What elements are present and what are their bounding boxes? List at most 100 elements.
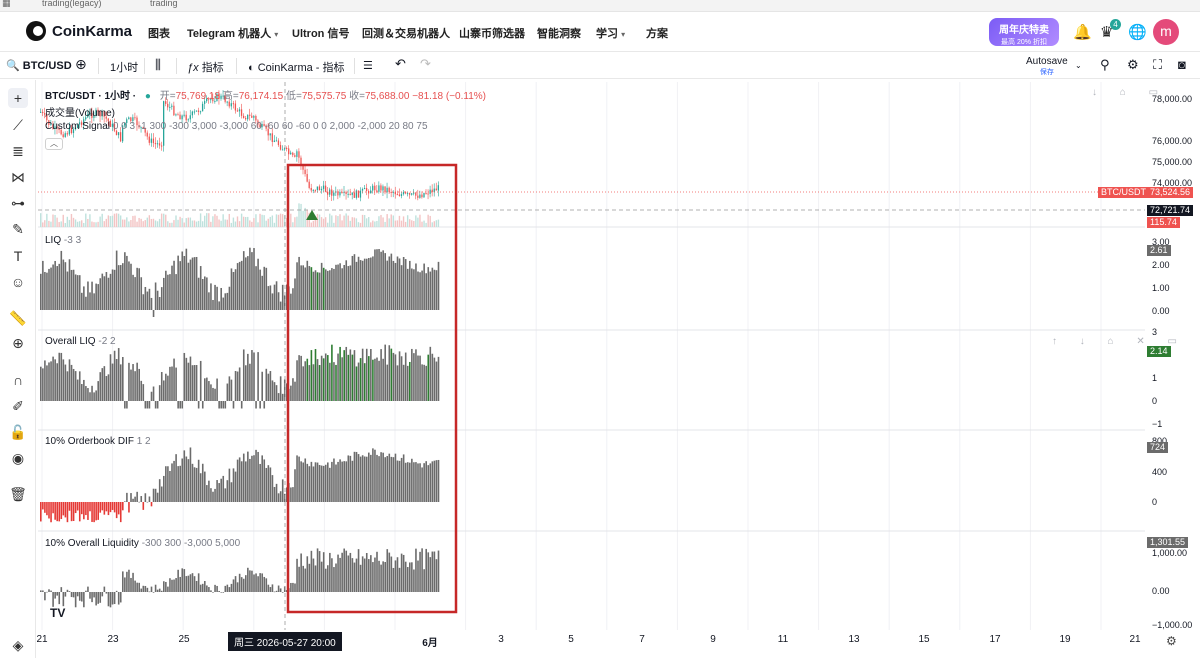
globe-icon[interactable]: 🌐 — [1128, 23, 1147, 41]
histogram-bar — [273, 284, 276, 310]
volume-bar — [267, 218, 269, 227]
candles-icon[interactable]: ⫼ — [155, 57, 161, 73]
browser-tab-1[interactable]: trading(legacy) — [42, 0, 102, 8]
orderbook-dif-histogram — [40, 447, 440, 523]
pattern-icon[interactable]: ⋈ — [8, 167, 28, 187]
candle-body — [167, 103, 169, 108]
time-axis[interactable]: 21 23 25 6月 3 5 7 9 11 13 15 17 19 21 — [36, 632, 1145, 649]
histogram-bar — [281, 479, 284, 502]
tradingview-logo[interactable]: TV — [50, 606, 65, 620]
nav-item-insights[interactable]: 智能洞察 — [537, 25, 581, 41]
volume-bar — [404, 221, 407, 227]
camera-icon[interactable]: ◙ — [1178, 57, 1186, 72]
histogram-bar — [76, 275, 79, 310]
histogram-bar — [208, 480, 210, 502]
histogram-bar — [396, 256, 399, 310]
volume-bar — [337, 216, 339, 227]
histogram-bar — [345, 346, 348, 401]
pane-liq-legend[interactable]: LIQ -3 3 — [45, 235, 81, 246]
histogram-bar — [83, 592, 85, 608]
candle-body — [347, 193, 349, 195]
candle-body — [425, 193, 427, 195]
trash-icon[interactable]: 🗑 — [8, 484, 28, 504]
nav-item-chart[interactable]: 图表 — [148, 25, 170, 41]
trend-line-icon[interactable]: ⟋ — [8, 115, 28, 135]
histogram-bar — [370, 257, 372, 310]
fullscreen-icon[interactable]: ⛶ — [1153, 57, 1162, 73]
text-icon[interactable]: T — [8, 246, 28, 266]
histogram-bar — [277, 493, 280, 502]
histogram-bar — [175, 367, 177, 401]
settings-icon[interactable]: ⚙ — [1127, 57, 1139, 73]
histogram-bar — [93, 592, 95, 598]
indicators-button[interactable]: ƒx 指标 — [187, 59, 224, 75]
list-icon[interactable]: ☰ — [363, 59, 373, 72]
histogram-bar — [374, 557, 376, 592]
crosshair-icon[interactable]: + — [8, 88, 28, 108]
histogram-bar — [353, 350, 356, 401]
browser-tab-2[interactable]: trading — [150, 0, 178, 8]
pane-overall-liq-legend[interactable]: Overall LIQ -2 2 — [45, 336, 116, 347]
volume-bar — [247, 216, 249, 227]
magnet-icon[interactable]: ∩ — [8, 370, 28, 390]
candle-body — [351, 192, 353, 195]
brush-icon[interactable]: ✎ — [8, 219, 28, 239]
lock-drawing-icon[interactable]: ✐ — [8, 396, 28, 416]
candle-body — [429, 189, 431, 194]
nav-item-backtest[interactable]: 回测＆交易机器人 — [362, 25, 450, 41]
zoom-in-icon[interactable]: ⊕ — [8, 333, 28, 353]
histogram-bar — [93, 392, 95, 401]
redo-icon[interactable]: ↷ — [420, 56, 431, 72]
price-tick: 78,000.00 — [1152, 94, 1193, 104]
histogram-bar — [214, 388, 216, 401]
main-legend[interactable]: BTC/USDT · 1小时 · ● 开=75,769.18 高=76,174.… — [45, 87, 486, 102]
settings-icon[interactable]: ⚙ — [1166, 634, 1177, 648]
nav-item-telegram[interactable]: Telegram 机器人 ▾ — [187, 25, 278, 41]
custom-signal-legend[interactable]: Custom Signal 0 0 3 -1 300 -300 3,000 -3… — [45, 121, 428, 132]
bell-icon[interactable]: 🔔 — [1073, 23, 1092, 41]
histogram-bar — [308, 365, 311, 401]
histogram-bar — [146, 401, 149, 409]
histogram-bar — [339, 557, 341, 592]
nav-item-learn[interactable]: 学习 ▾ — [596, 25, 625, 41]
projection-icon[interactable]: ⊶ — [8, 193, 28, 213]
volume-legend[interactable]: 成交量(Volume) — [45, 104, 115, 119]
brand-logo[interactable]: CoinKarma — [26, 21, 132, 41]
candle-body — [273, 140, 275, 142]
eye-icon[interactable]: ◉ — [8, 448, 28, 468]
chevron-down-icon[interactable]: ⌄ — [1075, 61, 1082, 70]
collapse-legend-button[interactable]: ︿ — [45, 138, 63, 150]
histogram-bar — [50, 267, 52, 310]
pane-overall-liquidity-legend[interactable]: 10% Overall Liquidity -300 300 -3,000 5,… — [45, 538, 240, 549]
layers-icon[interactable]: ◈ — [8, 635, 28, 655]
histogram-bar — [177, 401, 179, 409]
pane-tick: 0 — [1152, 396, 1158, 406]
nav-item-screener[interactable]: 山寨币筛选器 — [459, 25, 525, 41]
quick-search-icon[interactable]: ⚲ — [1100, 57, 1110, 73]
histogram-bar — [318, 464, 321, 502]
nav-item-ultron[interactable]: Ultron 信号 — [292, 25, 349, 41]
nav-item-plans[interactable]: 方案 — [646, 25, 668, 41]
histogram-bar — [111, 502, 114, 510]
pane-orderbook-dif-legend[interactable]: 10% Orderbook DIF 1 2 — [45, 436, 151, 447]
ruler-icon[interactable]: 📏 — [8, 308, 28, 328]
candle-body — [199, 111, 202, 113]
emoji-icon[interactable]: ☺ — [8, 272, 28, 292]
histogram-bar — [91, 592, 93, 603]
template-button[interactable]: ◐ CoinKarma - 指标 — [248, 59, 345, 75]
add-symbol-icon[interactable]: ⊕ — [75, 56, 87, 73]
promo-button[interactable]: 周年庆特卖 最高 20% 折扣 — [989, 18, 1059, 46]
histogram-bar — [189, 447, 192, 502]
fib-icon[interactable]: ≣ — [8, 141, 28, 161]
undo-icon[interactable]: ↶ — [395, 56, 406, 72]
histogram-bar — [400, 265, 403, 310]
autosave-button[interactable]: Autosave 保存 — [1026, 56, 1068, 77]
histogram-bar — [138, 268, 140, 310]
avatar[interactable]: m — [1153, 19, 1179, 45]
histogram-bar — [93, 502, 95, 523]
grid-icon[interactable]: ▦ — [2, 0, 11, 9]
candle-body — [173, 105, 175, 116]
lock-icon[interactable]: 🔓 — [8, 422, 28, 442]
symbol-search[interactable]: 🔍 BTC/USD — [6, 59, 72, 72]
interval-selector[interactable]: 1小时 — [110, 59, 138, 75]
